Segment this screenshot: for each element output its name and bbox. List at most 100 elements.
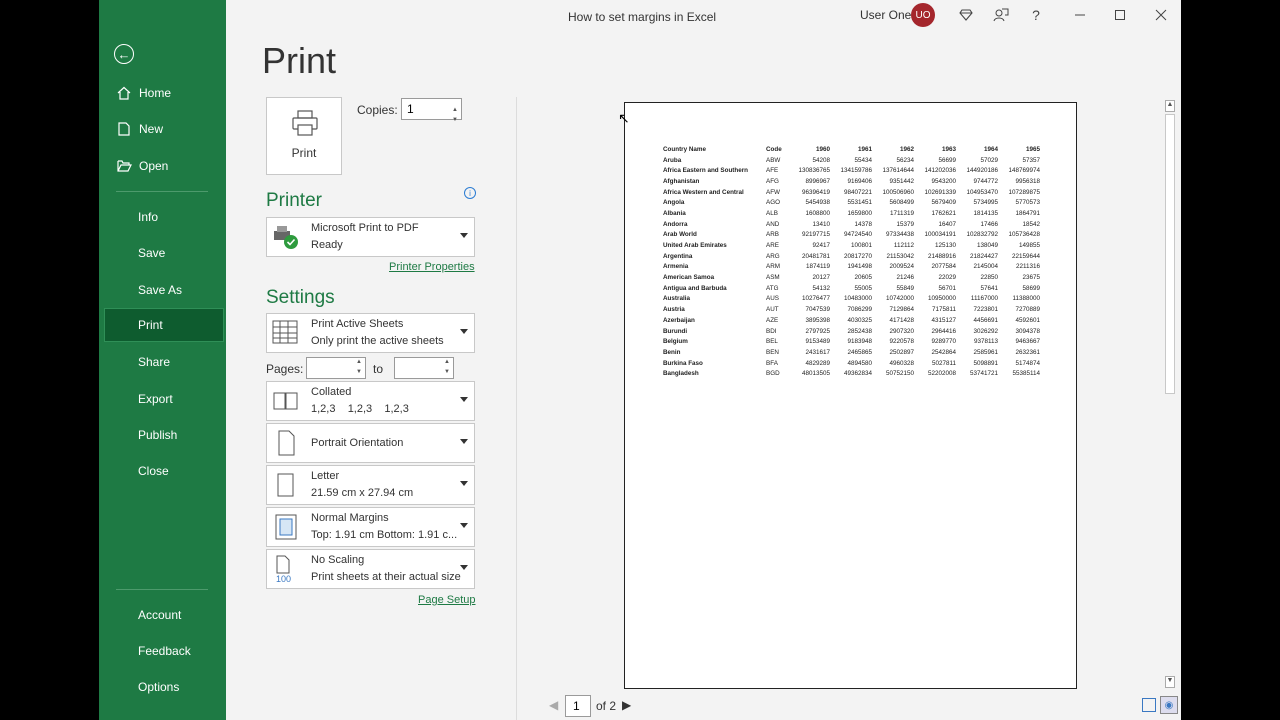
- printer-properties-link[interactable]: Printer Properties: [389, 261, 475, 273]
- spin-down-icon[interactable]: ▼: [356, 369, 362, 375]
- population-cell: 97334438: [885, 231, 914, 239]
- back-arrow-icon[interactable]: ←: [114, 44, 134, 64]
- country-code-cell: AUT: [766, 306, 779, 314]
- page-setup-link[interactable]: Page Setup: [418, 594, 476, 606]
- sidebar-item-save-as[interactable]: Save As: [99, 273, 226, 307]
- population-cell: 57357: [1022, 156, 1040, 164]
- sidebar-item-home[interactable]: Home: [99, 76, 226, 110]
- population-cell: 9351442: [889, 177, 914, 185]
- to-label: to: [373, 362, 384, 376]
- country-name-cell: Arab World: [663, 231, 697, 239]
- scroll-up-icon[interactable]: ▲: [1165, 100, 1175, 112]
- sidebar-item-new[interactable]: New: [99, 112, 226, 146]
- copies-stepper[interactable]: 1 ▲ ▼: [401, 98, 462, 123]
- show-margins-icon[interactable]: [1142, 698, 1156, 712]
- spin-down-icon[interactable]: ▼: [452, 110, 458, 130]
- country-name-cell: Afghanistan: [663, 177, 700, 185]
- population-cell: 3895398: [805, 316, 830, 324]
- population-cell: 100034191: [924, 231, 956, 239]
- next-page-icon[interactable]: ▶: [622, 698, 631, 712]
- country-name-cell: Africa Western and Central: [663, 188, 744, 196]
- population-cell: 1659800: [847, 209, 872, 217]
- pages-from-input[interactable]: ▲ ▼: [306, 357, 366, 379]
- document-title: How to set margins in Excel: [568, 10, 717, 24]
- print-button[interactable]: Print: [266, 97, 342, 175]
- population-cell: 2542864: [931, 348, 956, 356]
- population-cell: 98407221: [843, 188, 872, 196]
- printer-name: Microsoft Print to PDF: [311, 222, 419, 234]
- margins-icon: [272, 513, 300, 541]
- sidebar-item-info[interactable]: Info: [99, 200, 226, 234]
- population-cell: 14378: [854, 220, 872, 228]
- population-cell: 5454938: [805, 199, 830, 207]
- sidebar-item-save[interactable]: Save: [99, 236, 226, 270]
- margins-subtitle: Top: 1.91 cm Bottom: 1.91 c...: [311, 529, 458, 541]
- country-code-cell: AFW: [766, 188, 780, 196]
- chevron-down-icon: [460, 481, 468, 486]
- spin-up-icon[interactable]: ▲: [444, 359, 450, 365]
- maximize-icon[interactable]: [1112, 7, 1128, 23]
- sidebar-item-account[interactable]: Account: [99, 598, 226, 632]
- sidebar-item-label: Options: [138, 680, 180, 694]
- country-code-cell: BFA: [766, 359, 778, 367]
- collation-dropdown[interactable]: Collated 1,2,3 1,2,3 1,2,3: [266, 381, 475, 421]
- user-name[interactable]: User One: [860, 8, 911, 22]
- diamond-icon[interactable]: [958, 7, 974, 23]
- help-icon[interactable]: ?: [1028, 7, 1044, 23]
- population-cell: 100506960: [882, 188, 914, 196]
- country-name-cell: Benin: [663, 348, 681, 356]
- population-cell: 9744772: [973, 177, 998, 185]
- scaling-title: No Scaling: [311, 554, 365, 566]
- coauthor-icon[interactable]: [993, 7, 1009, 23]
- current-page-input[interactable]: 1: [565, 695, 591, 717]
- print-what-dropdown[interactable]: Print Active Sheets Only print the activ…: [266, 313, 475, 353]
- orientation-dropdown[interactable]: Portrait Orientation: [266, 423, 475, 463]
- sidebar-item-publish[interactable]: Publish: [99, 418, 226, 452]
- sidebar-item-share[interactable]: Share: [99, 345, 226, 379]
- sidebar-item-close[interactable]: Close: [99, 454, 226, 488]
- population-cell: 56701: [938, 284, 956, 292]
- table-row: Azerbaijan AZE 3895398 4030325 4171428 431512…: [663, 315, 1040, 326]
- info-icon[interactable]: i: [464, 187, 476, 199]
- population-cell: 55005: [854, 284, 872, 292]
- population-cell: 52202008: [927, 370, 956, 378]
- preview-scrollbar[interactable]: ▲ ▼: [1163, 100, 1177, 690]
- sidebar-item-open[interactable]: Open: [99, 149, 226, 183]
- sidebar-item-feedback[interactable]: Feedback: [99, 634, 226, 668]
- population-cell: 2211316: [1015, 263, 1040, 271]
- sidebar-item-label: Close: [138, 464, 169, 478]
- population-cell: 4456691: [973, 316, 998, 324]
- sidebar-item-export[interactable]: Export: [99, 382, 226, 416]
- country-name-cell: Africa Eastern and Southern: [663, 167, 749, 175]
- table-row: Burundi BDI 2797925 2852438 2907320 2964416 30…: [663, 326, 1040, 337]
- scroll-down-icon[interactable]: ▼: [1165, 676, 1175, 688]
- sidebar-divider: [116, 191, 208, 192]
- paper-size-dropdown[interactable]: Letter 21.59 cm x 27.94 cm: [266, 465, 475, 505]
- spin-up-icon[interactable]: ▲: [356, 359, 362, 365]
- country-name-cell: Andorra: [663, 220, 688, 228]
- margins-dropdown[interactable]: Normal Margins Top: 1.91 cm Bottom: 1.91…: [266, 507, 475, 547]
- population-cell: 2502897: [889, 348, 914, 356]
- printer-dropdown[interactable]: Microsoft Print to PDF Ready: [266, 217, 475, 257]
- previous-page-icon[interactable]: ◀: [549, 698, 558, 712]
- avatar[interactable]: UO: [911, 3, 935, 27]
- settings-heading: Settings: [266, 287, 335, 308]
- scrollbar-thumb[interactable]: [1165, 114, 1175, 394]
- spin-down-icon[interactable]: ▼: [444, 369, 450, 375]
- table-row: Argentina ARG 20481781 20817270 21153042 2148…: [663, 251, 1040, 262]
- scaling-dropdown[interactable]: 100 No Scaling Print sheets at their act…: [266, 549, 475, 589]
- close-icon[interactable]: [1153, 7, 1169, 23]
- population-cell: 1963: [941, 145, 956, 153]
- country-code-cell: AFE: [766, 167, 779, 175]
- preview-sheet-table: Country Name Code 1960 1961 1962 1963 1964 1965…: [663, 144, 1040, 379]
- population-cell: 4960328: [889, 359, 914, 367]
- sidebar-item-print[interactable]: Print: [104, 308, 224, 342]
- pages-to-input[interactable]: ▲ ▼: [394, 357, 454, 379]
- population-cell: 5679409: [931, 199, 956, 207]
- minimize-icon[interactable]: [1072, 7, 1088, 23]
- scaling-icon: 100: [272, 555, 300, 584]
- zoom-to-page-icon[interactable]: ◉: [1160, 696, 1178, 714]
- population-cell: 5027811: [931, 359, 956, 367]
- sidebar-item-label: Export: [138, 392, 173, 406]
- sidebar-item-options[interactable]: Options: [99, 670, 226, 704]
